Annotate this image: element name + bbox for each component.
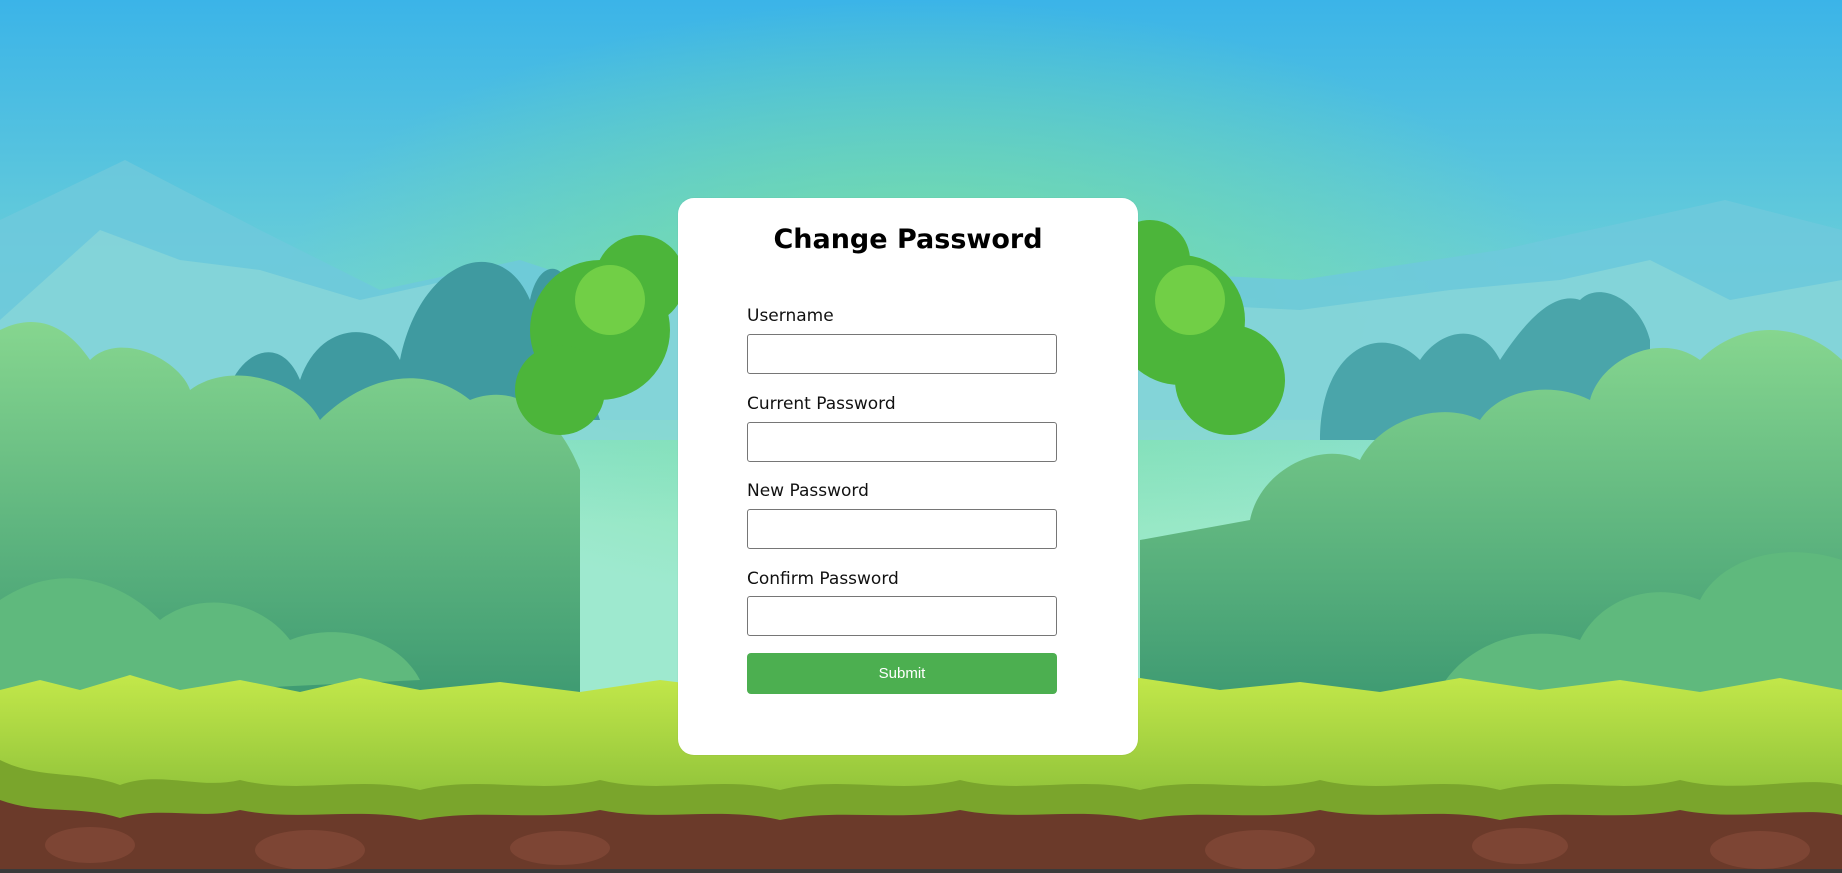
- bottom-edge-bar: [0, 869, 1842, 873]
- change-password-card: Change Password Username Current Passwor…: [678, 198, 1138, 755]
- username-input[interactable]: [747, 334, 1057, 374]
- submit-button[interactable]: Submit: [747, 653, 1057, 694]
- confirm-password-input[interactable]: [747, 596, 1057, 636]
- username-label: Username: [747, 306, 834, 326]
- current-password-input[interactable]: [747, 422, 1057, 462]
- new-password-label: New Password: [747, 481, 869, 501]
- new-password-input[interactable]: [747, 509, 1057, 549]
- current-password-label: Current Password: [747, 394, 896, 414]
- page-title: Change Password: [773, 224, 1043, 255]
- confirm-password-label: Confirm Password: [747, 569, 899, 589]
